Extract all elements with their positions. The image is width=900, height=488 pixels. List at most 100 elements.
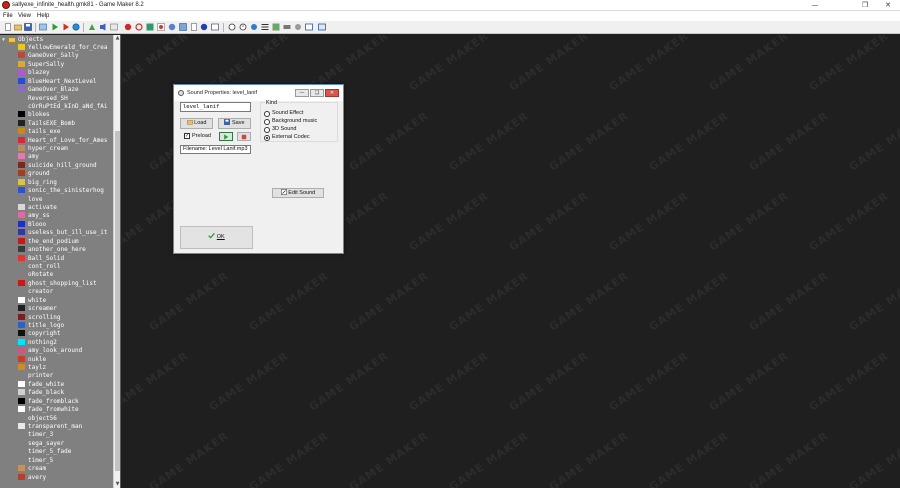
kind-background-music-radio[interactable] (264, 119, 270, 125)
kind-external-codec-radio[interactable] (264, 135, 270, 141)
tree-item[interactable]: printer (18, 372, 107, 380)
list-icon[interactable] (261, 23, 269, 31)
maximize-button[interactable]: ❐ (853, 0, 877, 11)
dialog-close-button[interactable]: ✕ (325, 89, 339, 97)
tree-item[interactable]: amy_look_around (18, 347, 107, 355)
game-information-icon[interactable] (250, 23, 258, 31)
menu-help[interactable]: Help (37, 11, 49, 21)
tree-item[interactable]: white (18, 296, 107, 305)
add-font-icon[interactable] (146, 23, 154, 31)
tree-scrollbar[interactable]: ▲ ▼ (113, 35, 120, 488)
tree-item[interactable]: love (18, 196, 107, 204)
web-icon[interactable] (318, 23, 326, 31)
close-button[interactable]: ✕ (876, 0, 900, 11)
tree-item[interactable]: tails_exe (18, 128, 107, 136)
add-extension-icon[interactable] (200, 23, 208, 31)
tree-item[interactable]: GameOver_Sally (18, 52, 107, 60)
tree-item[interactable]: copyright (18, 330, 107, 338)
menu-view[interactable]: View (18, 11, 31, 21)
tree-item[interactable]: hyper_cream (18, 145, 107, 153)
tree-item[interactable]: BlueHeart_NextLevel (18, 77, 107, 86)
tree-item[interactable]: nukle (18, 355, 107, 364)
tree-item[interactable]: blazey (18, 69, 107, 77)
tree-item[interactable]: Ball_Solid (18, 254, 107, 263)
tree-item[interactable]: ground (18, 170, 107, 178)
tree-item[interactable]: timer_5_fade (18, 448, 107, 456)
kind-sound-effect-radio[interactable] (264, 111, 270, 117)
settings-icon[interactable] (294, 23, 302, 31)
load-sound-button[interactable]: Load (180, 118, 213, 129)
tree-item[interactable]: activate (18, 204, 107, 212)
tree-item[interactable]: cream (18, 465, 107, 473)
edit-sound-button[interactable]: Edit Sound (272, 188, 324, 198)
tree-item[interactable]: object56 (18, 415, 107, 423)
save-sound-button[interactable]: Save (218, 118, 251, 129)
menu-file[interactable]: File (3, 11, 13, 21)
stop-sound-button[interactable] (237, 132, 251, 141)
tree-item[interactable]: the_end_podium (18, 237, 107, 246)
add-background-icon[interactable] (110, 23, 118, 31)
kind-3d-sound-radio[interactable] (264, 127, 270, 133)
tree-item[interactable]: timer_3 (18, 431, 107, 439)
add-sprite-icon[interactable] (88, 23, 96, 31)
new-file-icon[interactable] (4, 23, 12, 31)
tree-item[interactable]: sega_sayer (18, 440, 107, 448)
tree-item[interactable]: transparent_man (18, 422, 107, 431)
tree-item[interactable]: amy_ss (18, 212, 107, 220)
tree-item[interactable]: title_logo (18, 321, 107, 330)
tree-item[interactable]: big_ring (18, 178, 107, 187)
tree-item[interactable]: creator (18, 288, 107, 296)
tree-item[interactable]: SuperSally (18, 60, 107, 69)
global-game-settings-icon[interactable] (228, 23, 236, 31)
scrollbar-thumb[interactable] (115, 131, 120, 471)
tree-item[interactable]: GameOver_Blaze (18, 86, 107, 94)
tree-item[interactable]: blokes (18, 111, 107, 119)
minimize-button[interactable]: — (803, 0, 827, 11)
tree-item[interactable]: cOrRuPtEd_kInD_aNd_fAi (18, 103, 107, 111)
sound-name-field[interactable]: level_lanif (180, 102, 251, 112)
tree-item[interactable]: avery (18, 473, 107, 482)
tree-item[interactable]: nothing2 (18, 338, 107, 347)
tree-item[interactable]: scrolling (18, 313, 107, 322)
add-object-icon[interactable] (168, 23, 176, 31)
debug-run-icon[interactable] (62, 23, 70, 31)
tree-item[interactable]: amy (18, 153, 107, 161)
tree-item[interactable]: fade_black (18, 389, 107, 397)
add-timeline-icon[interactable] (157, 23, 165, 31)
open-folder-icon[interactable] (14, 23, 22, 31)
preload-checkbox[interactable]: ✓ (184, 133, 190, 139)
tools-icon[interactable] (283, 23, 291, 31)
time-icon[interactable] (239, 23, 247, 31)
tree-item[interactable]: Reversed_SH (18, 95, 107, 103)
add-script-icon[interactable] (135, 23, 143, 31)
save-icon[interactable] (24, 23, 32, 31)
tree-item[interactable]: fade_fromwhite (18, 406, 107, 414)
publish-icon[interactable] (72, 23, 80, 31)
tree-item[interactable]: sonic_the_sinisterhog (18, 187, 107, 195)
tree-folder-objects[interactable]: ▼ Objects (2, 36, 43, 44)
tree-item[interactable]: ghost_shopping_list (18, 279, 107, 288)
tree-item[interactable]: taylz (18, 364, 107, 372)
add-room-icon[interactable] (179, 23, 187, 31)
tree-item[interactable]: screamer (18, 305, 107, 313)
dialog-maximize-button[interactable]: ❏ (310, 89, 324, 97)
tree-item[interactable]: timer_5 (18, 457, 107, 465)
resource-tree[interactable]: ▼ Objects YellowEmerald_for_Crea GameOver_… (0, 35, 121, 488)
dialog-minimize-button[interactable]: — (295, 89, 309, 97)
tree-item[interactable]: Heart_of_Love_for_Ames (18, 136, 107, 145)
add-include-file-icon[interactable] (190, 23, 198, 31)
tree-item[interactable]: another_one_here (18, 246, 107, 254)
add-path-icon[interactable] (124, 23, 132, 31)
add-sound-icon[interactable] (99, 23, 107, 31)
tree-item[interactable]: YellowEmerald_for_Crea (18, 44, 107, 52)
tree-item[interactable]: TailsEXE_Bomb (18, 119, 107, 128)
game-settings-icon[interactable] (211, 23, 219, 31)
play-sound-button[interactable] (219, 132, 233, 141)
puzzle-icon[interactable] (272, 23, 280, 31)
scroll-down-arrow-icon[interactable]: ▼ (114, 481, 120, 488)
create-executable-icon[interactable] (39, 23, 47, 31)
tree-item[interactable]: suicide_hill_ground (18, 161, 107, 170)
scroll-up-arrow-icon[interactable]: ▲ (114, 35, 120, 42)
tree-item[interactable]: cont_roll (18, 263, 107, 271)
tree-item[interactable]: useless_but_ill_use_it (18, 229, 107, 237)
